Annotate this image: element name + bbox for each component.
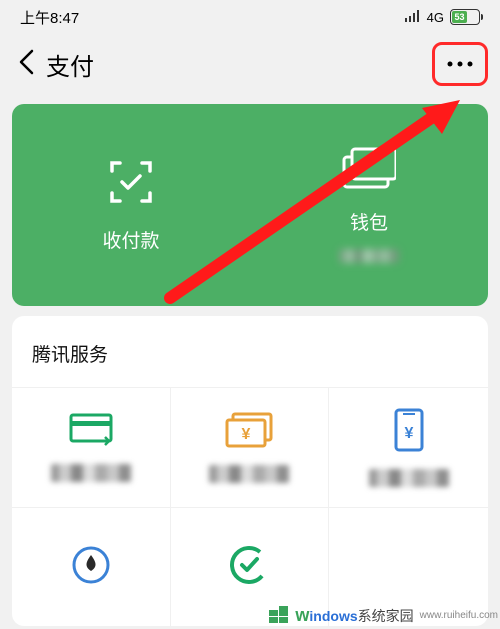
more-button[interactable] [432, 42, 488, 86]
pay-receive-label: 收付款 [102, 226, 159, 253]
service-item[interactable]: ¥ [171, 387, 330, 507]
pay-receive-button[interactable]: 收付款 [12, 104, 250, 306]
battery-level: 53 [452, 11, 467, 23]
services-grid: ¥ ¥ [12, 387, 488, 627]
status-bar: 上午8:47 4G 53 [0, 0, 500, 34]
service-label-obscured [51, 464, 131, 482]
page-title: 支付 [46, 47, 94, 82]
battery-icon: 53 [450, 9, 480, 25]
water-drop-icon [71, 545, 111, 590]
wallet-button[interactable]: 钱包 [250, 104, 488, 306]
phone-yuan-icon: ¥ [394, 408, 424, 457]
shield-check-icon [229, 545, 269, 590]
service-item[interactable] [12, 507, 171, 627]
watermark: w indows系统家园 www.ruiheifu.com [269, 604, 498, 627]
status-time: 上午8:47 [20, 7, 79, 28]
network-label: 4G [427, 10, 444, 25]
yuan-ticket-icon: ¥ [225, 412, 273, 453]
service-item[interactable] [12, 387, 171, 507]
svg-text:¥: ¥ [242, 426, 251, 443]
svg-text:¥: ¥ [404, 425, 413, 442]
services-card: 腾讯服务 ¥ ¥ [12, 316, 488, 626]
watermark-url: www.ruiheifu.com [420, 610, 498, 621]
status-right: 4G 53 [405, 9, 480, 25]
wallet-balance-obscured [339, 249, 399, 263]
service-label-obscured [369, 469, 449, 487]
card-transfer-icon [69, 413, 113, 452]
payment-card: 收付款 钱包 [12, 104, 488, 306]
scan-check-icon [106, 157, 156, 212]
wallet-icon [342, 147, 396, 194]
nav-bar: 支付 [0, 34, 500, 94]
back-icon[interactable] [18, 49, 34, 80]
nav-left: 支付 [18, 47, 94, 82]
wallet-label: 钱包 [350, 208, 388, 235]
services-title: 腾讯服务 [12, 334, 488, 387]
watermark-logo-icon [269, 604, 291, 627]
service-label-obscured [209, 465, 289, 483]
signal-icon [405, 10, 421, 25]
watermark-brand: w indows系统家园 [295, 605, 413, 626]
service-item[interactable]: ¥ [329, 387, 488, 507]
